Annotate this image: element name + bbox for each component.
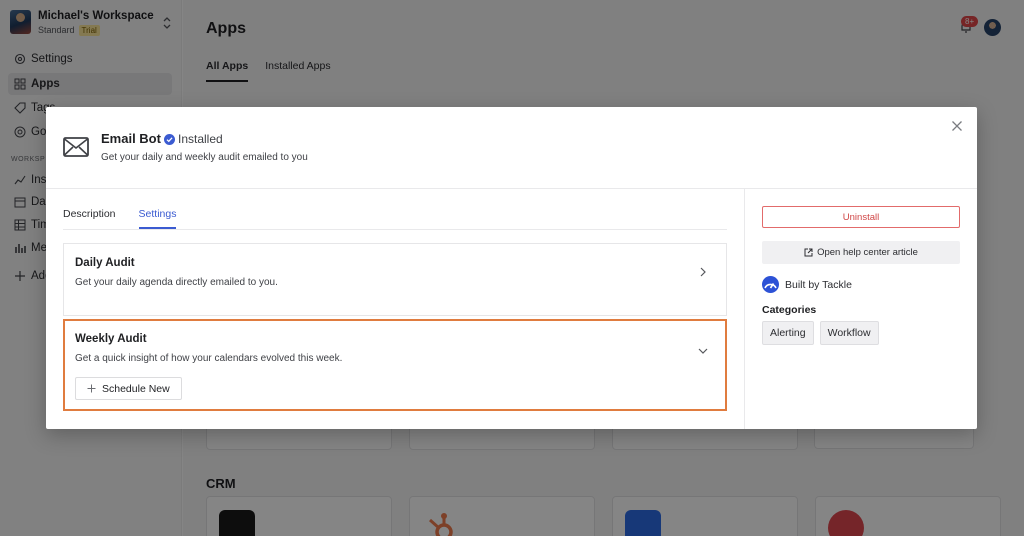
button-label: Open help center article <box>817 247 918 258</box>
panel-description: Get a quick insight of how your calendar… <box>75 353 343 364</box>
built-by: Built by Tackle <box>762 276 852 293</box>
plus-icon <box>87 384 96 393</box>
help-center-button[interactable]: Open help center article <box>762 241 960 264</box>
category-chip[interactable]: Alerting <box>762 321 814 345</box>
status-label: Installed <box>178 132 223 146</box>
daily-audit-panel[interactable]: Daily Audit Get your daily agenda direct… <box>63 243 727 316</box>
tab-description[interactable]: Description <box>63 208 116 229</box>
panel-title: Daily Audit <box>75 257 135 269</box>
close-icon[interactable] <box>951 120 963 132</box>
app-name: Email Bot <box>101 131 161 146</box>
mail-icon <box>63 137 89 157</box>
category-list: Alerting Workflow <box>762 321 879 345</box>
panel-title: Weekly Audit <box>75 333 147 345</box>
chevron-down-icon[interactable] <box>698 346 708 356</box>
modal-tabs: Description Settings <box>63 208 727 230</box>
installed-status: Installed <box>164 132 223 146</box>
button-label: Schedule New <box>102 382 170 395</box>
app-details-modal: Email Bot Installed Get your daily and w… <box>46 107 977 429</box>
verified-check-icon <box>164 133 175 145</box>
schedule-new-button[interactable]: Schedule New <box>75 377 182 400</box>
uninstall-button[interactable]: Uninstall <box>762 206 960 228</box>
tackle-logo-icon <box>762 276 779 293</box>
categories-title: Categories <box>762 304 817 316</box>
tab-settings[interactable]: Settings <box>138 208 177 229</box>
modal-header: Email Bot Installed Get your daily and w… <box>46 107 977 189</box>
external-link-icon <box>804 248 813 257</box>
chevron-right-icon[interactable] <box>698 267 708 277</box>
built-by-label: Built by Tackle <box>785 278 852 291</box>
category-chip[interactable]: Workflow <box>819 321 879 345</box>
panel-description: Get your daily agenda directly emailed t… <box>75 277 278 288</box>
app-sidebar: Uninstall Open help center article Built… <box>744 189 977 429</box>
app-description: Get your daily and weekly audit emailed … <box>101 152 308 163</box>
weekly-audit-panel[interactable]: Weekly Audit Get a quick insight of how … <box>63 319 727 411</box>
